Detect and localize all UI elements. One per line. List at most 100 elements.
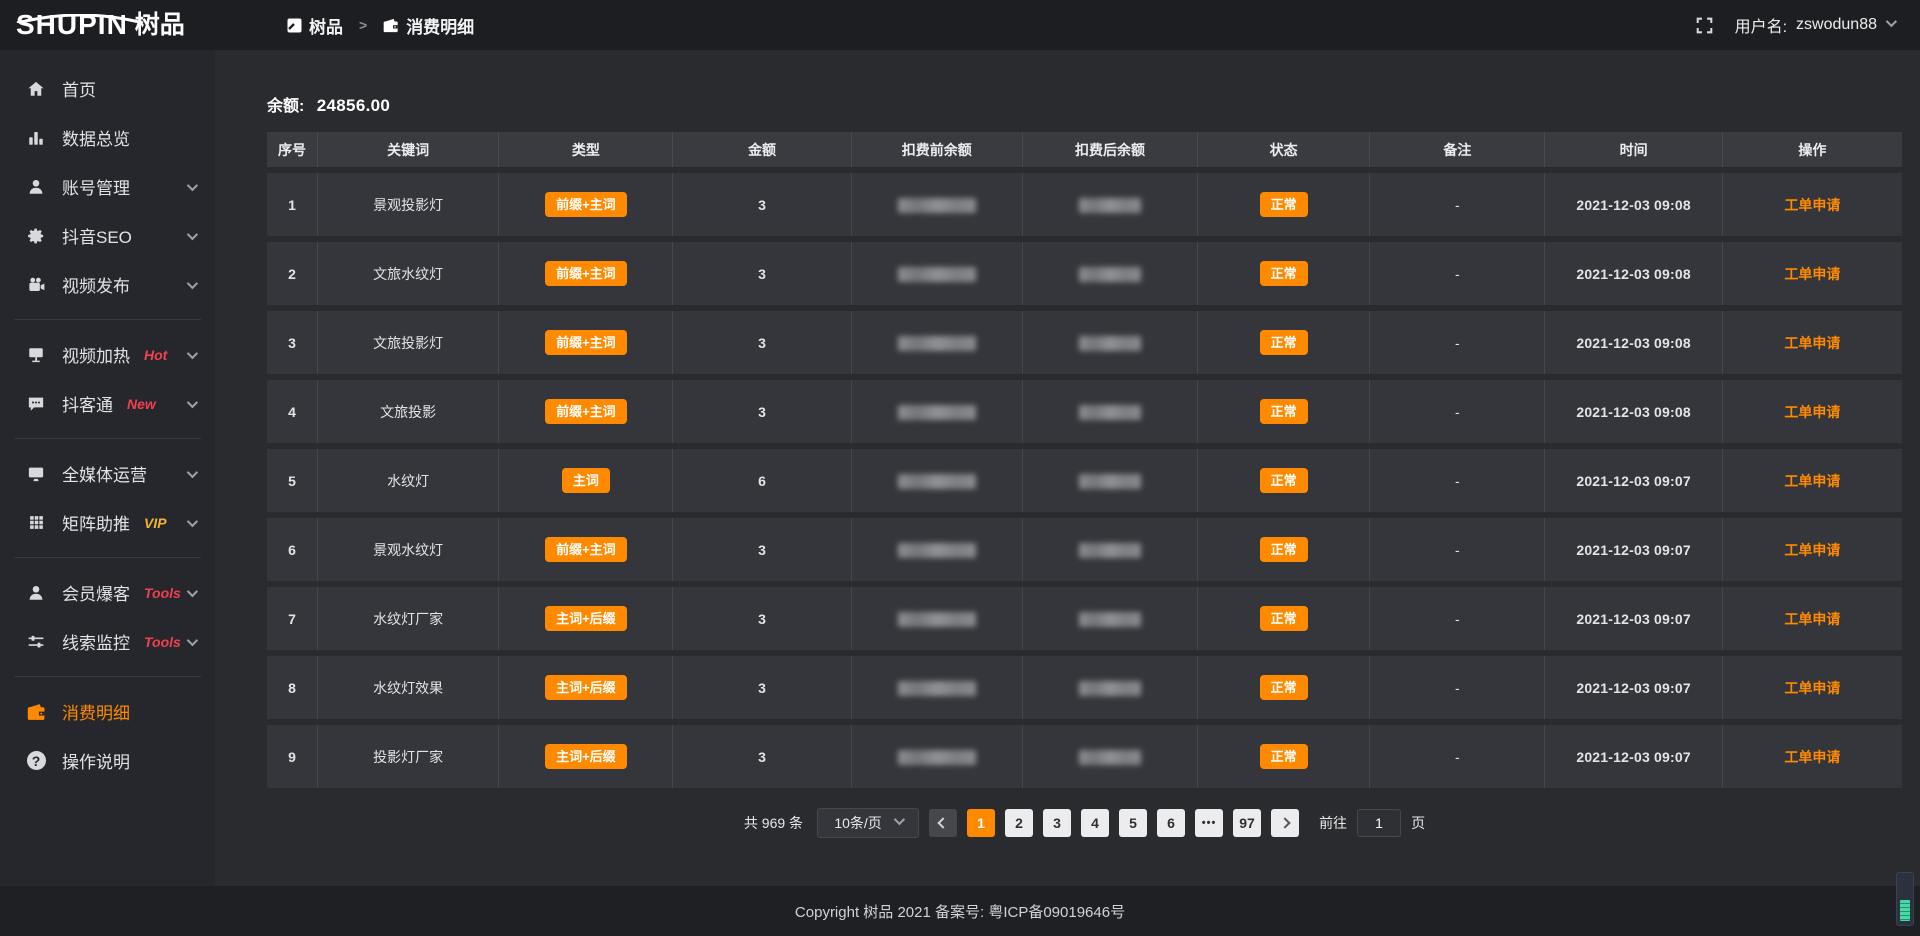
table-row: 2 文旅水纹灯 前缀+主词 3 正常 - 2021-12-03 09:08 工单… (267, 242, 1902, 305)
cell-action: 工单申请 (1723, 656, 1902, 719)
sidebar-item-douketong[interactable]: 抖客通 New (0, 379, 215, 428)
sidebar-item-home[interactable]: 首页 (0, 64, 215, 113)
cell-balance-after (1023, 449, 1198, 512)
type-badge: 主词+后缀 (545, 606, 627, 631)
next-page-button[interactable] (1271, 809, 1299, 837)
type-badge: 前缀+主词 (545, 261, 627, 286)
page-size-value: 10条/页 (834, 813, 881, 833)
ticket-apply-link[interactable]: 工单申请 (1784, 611, 1840, 627)
goto-page-input[interactable] (1357, 809, 1401, 837)
ticket-apply-link[interactable]: 工单申请 (1784, 266, 1840, 282)
cell-action: 工单申请 (1723, 518, 1902, 581)
sidebar-item-douyin-seo[interactable]: 抖音SEO (0, 211, 215, 260)
fullscreen-icon[interactable] (1696, 17, 1713, 34)
page-button-6[interactable]: 6 (1157, 809, 1185, 837)
redacted-value (1079, 336, 1141, 351)
breadcrumb-current[interactable]: 消费明细 (383, 13, 474, 38)
cell-amount: 3 (673, 656, 851, 719)
page-button-4[interactable]: 4 (1081, 809, 1109, 837)
sidebar-item-matrix-boost[interactable]: 矩阵助推 VIP (0, 498, 215, 547)
status-badge: 正常 (1260, 675, 1308, 700)
ticket-apply-link[interactable]: 工单申请 (1784, 335, 1840, 351)
cell-remark: - (1370, 656, 1545, 719)
table-header-row: 序号 关键词 类型 金额 扣费前余额 扣费后余额 状态 备注 时间 操作 (267, 132, 1902, 167)
sidebar-item-label: 线索监控 (62, 629, 130, 654)
new-tag: New (127, 396, 156, 412)
sidebar-item-video-publish[interactable]: 视频发布 (0, 260, 215, 309)
ticket-apply-link[interactable]: 工单申请 (1784, 542, 1840, 558)
floating-widget[interactable] (1896, 872, 1914, 926)
cell-seq: 7 (267, 587, 318, 650)
chevron-down-icon (1886, 16, 1897, 27)
user-icon (26, 584, 46, 602)
redacted-value (1079, 198, 1141, 213)
sidebar-item-clue-monitor[interactable]: 线索监控 Tools (0, 617, 215, 666)
user-icon (26, 178, 46, 196)
cell-action: 工单申请 (1723, 449, 1902, 512)
sidebar-divider (14, 438, 201, 439)
sidebar-item-account-mgmt[interactable]: 账号管理 (0, 162, 215, 211)
hot-tag: Hot (144, 347, 167, 363)
sidebar-item-consumption-detail[interactable]: 消费明细 (0, 687, 215, 736)
cell-amount: 6 (673, 449, 851, 512)
status-badge: 正常 (1260, 330, 1308, 355)
cell-balance-before (852, 173, 1023, 236)
cell-seq: 3 (267, 311, 318, 374)
ticket-apply-link[interactable]: 工单申请 (1784, 404, 1840, 420)
redacted-value (898, 750, 976, 765)
sidebar-item-omni-media[interactable]: 全媒体运营 (0, 449, 215, 498)
cell-balance-after (1023, 242, 1198, 305)
type-badge: 主词 (562, 468, 610, 493)
redacted-value (898, 612, 976, 627)
redacted-value (898, 198, 976, 213)
sidebar-item-video-heat[interactable]: 视频加热 Hot (0, 330, 215, 379)
breadcrumb-home[interactable]: 树品 (287, 13, 343, 38)
balance-label: 余额: (267, 98, 304, 115)
type-badge: 主词+后缀 (545, 675, 627, 700)
cell-action: 工单申请 (1723, 587, 1902, 650)
cell-balance-before (852, 725, 1023, 788)
cell-action: 工单申请 (1723, 725, 1902, 788)
cell-remark: - (1370, 380, 1545, 443)
cell-balance-after (1023, 725, 1198, 788)
cell-type: 主词+后缀 (499, 587, 673, 650)
sidebar: 首页 数据总览 账号管理 抖音SEO 视频发布 视频加热 Hot 抖客通 New… (0, 50, 215, 886)
page-button-1[interactable]: 1 (967, 809, 995, 837)
ticket-apply-link[interactable]: 工单申请 (1784, 473, 1840, 489)
page-size-select[interactable]: 10条/页 (817, 808, 919, 838)
sidebar-item-data-overview[interactable]: 数据总览 (0, 113, 215, 162)
cell-seq: 6 (267, 518, 318, 581)
status-badge: 正常 (1260, 468, 1308, 493)
cell-status: 正常 (1198, 173, 1370, 236)
tools-tag: Tools (144, 585, 181, 601)
status-badge: 正常 (1260, 606, 1308, 631)
ticket-apply-link[interactable]: 工单申请 (1784, 197, 1840, 213)
user-menu[interactable]: 用户名: zswodun88 (1735, 13, 1894, 37)
app-square-icon (287, 18, 302, 33)
page-button-3[interactable]: 3 (1043, 809, 1071, 837)
prev-page-button[interactable] (929, 809, 957, 837)
sidebar-item-label: 操作说明 (62, 748, 130, 773)
status-badge: 正常 (1260, 192, 1308, 217)
chevron-down-icon (187, 515, 198, 526)
page-button-5[interactable]: 5 (1119, 809, 1147, 837)
col-remark: 备注 (1370, 132, 1545, 167)
cell-type: 前缀+主词 (499, 173, 673, 236)
status-badge: 正常 (1260, 399, 1308, 424)
page-button-2[interactable]: 2 (1005, 809, 1033, 837)
cell-type: 前缀+主词 (499, 311, 673, 374)
sidebar-item-instructions[interactable]: ? 操作说明 (0, 736, 215, 785)
sidebar-item-label: 消费明细 (62, 699, 130, 724)
sidebar-item-label: 视频发布 (62, 272, 130, 297)
more-pages-button[interactable]: ••• (1195, 809, 1223, 837)
cell-balance-before (852, 449, 1023, 512)
page-button-97[interactable]: 97 (1233, 809, 1261, 837)
col-type: 类型 (499, 132, 673, 167)
chevron-down-icon (187, 466, 198, 477)
status-badge: 正常 (1260, 744, 1308, 769)
ticket-apply-link[interactable]: 工单申请 (1784, 680, 1840, 696)
redacted-value (898, 405, 976, 420)
cell-balance-before (852, 380, 1023, 443)
ticket-apply-link[interactable]: 工单申请 (1784, 749, 1840, 765)
sidebar-item-member-leads[interactable]: 会员爆客 Tools (0, 568, 215, 617)
